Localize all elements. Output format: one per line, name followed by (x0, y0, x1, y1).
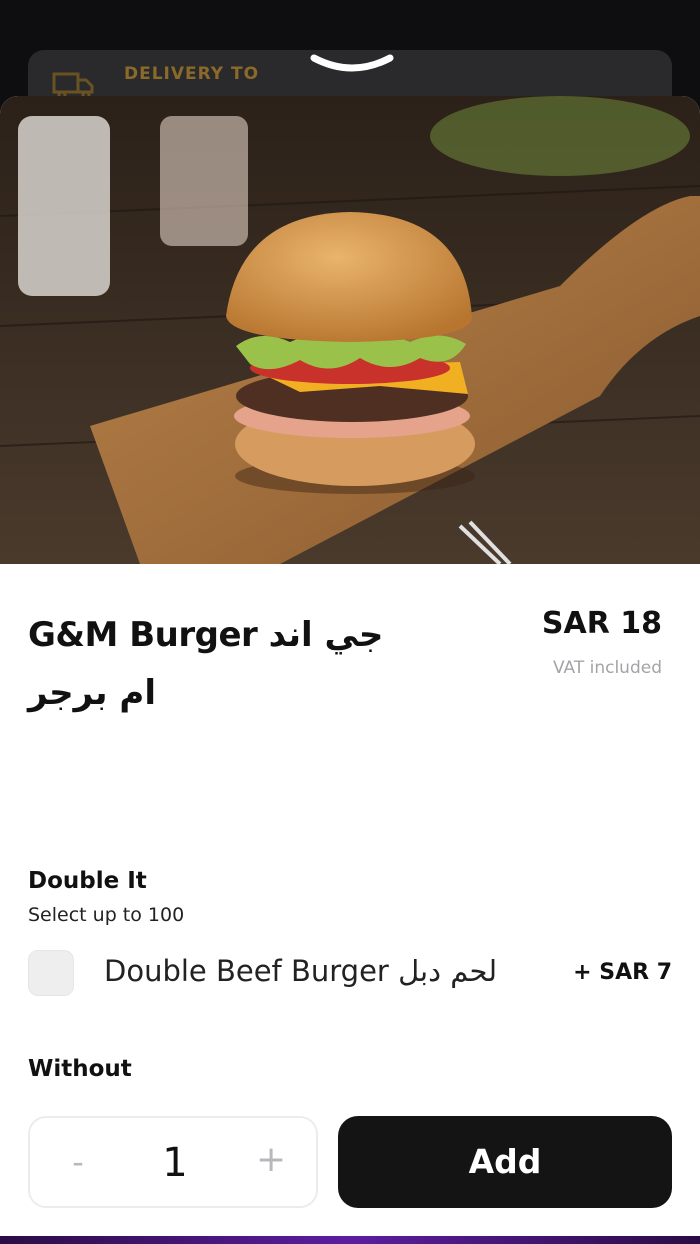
section-subtitle-double-it: Select up to 100 (28, 904, 185, 926)
section-title-double-it: Double It (28, 868, 147, 894)
option-label: Double Beef Burger لحم دبل (104, 954, 498, 988)
option-row-double-beef-burger[interactable]: Double Beef Burger لحم دبل + SAR 7 (28, 946, 672, 1002)
increase-quantity-button[interactable]: + (256, 1142, 286, 1178)
product-bottom-sheet: G&M Burger جي اند ام برجر SAR 18 VAT inc… (0, 96, 700, 1244)
product-price: SAR 18 (541, 606, 662, 641)
chevron-down-icon[interactable] (308, 52, 396, 76)
delivery-to-label: DELIVERY TO (124, 64, 260, 84)
product-title: G&M Burger جي اند ام برجر (28, 615, 384, 713)
bottom-accent-bar (0, 1236, 700, 1244)
product-image (0, 96, 700, 564)
quantity-value: 1 (162, 1140, 188, 1186)
decrease-quantity-button[interactable]: - (64, 1144, 92, 1180)
checkbox-icon[interactable] (28, 950, 74, 996)
section-title-without: Without (28, 1056, 132, 1082)
vat-note: VAT included (552, 658, 662, 678)
option-price: + SAR 7 (573, 960, 672, 985)
quantity-stepper: - 1 + (28, 1116, 318, 1208)
add-to-cart-button[interactable]: Add (338, 1116, 672, 1208)
